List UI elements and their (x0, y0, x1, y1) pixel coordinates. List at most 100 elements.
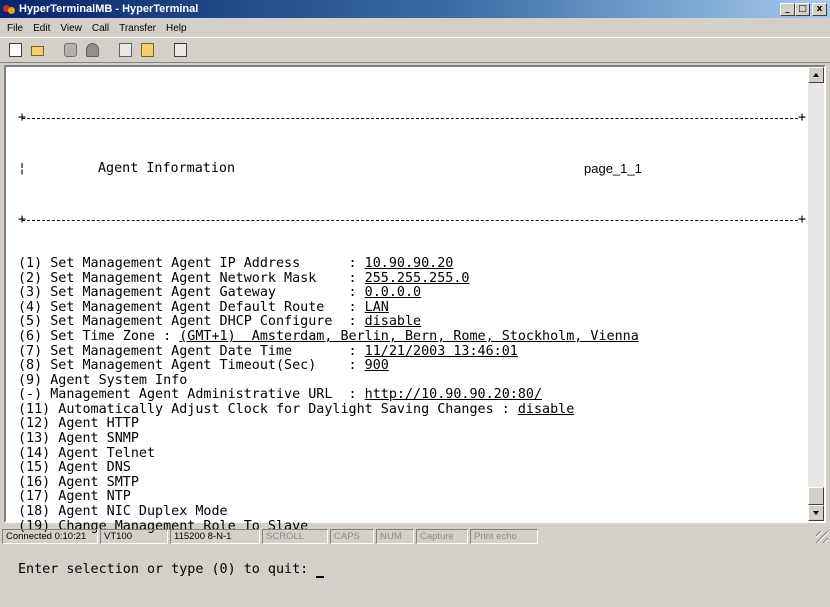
hyperterminal-window: HyperTerminalMB - HyperTerminal _ □ x Fi… (0, 0, 830, 578)
terminal-rule-top: + + (18, 111, 810, 126)
maximize-button[interactable]: □ (795, 2, 810, 16)
window-title: HyperTerminalMB - HyperTerminal (19, 3, 199, 15)
status-capture: Capture (416, 528, 468, 544)
new-connection-button[interactable] (6, 41, 25, 59)
menu-option-number: (18) (18, 504, 51, 520)
menu-option-number: (4) (18, 299, 43, 315)
menu-option-value: LAN (364, 299, 389, 315)
menu-option: (16) Agent SMTP (18, 474, 810, 491)
menu-option-number: (14) (18, 445, 51, 461)
toolbar (0, 37, 830, 63)
open-button[interactable] (28, 41, 47, 59)
properties-icon (174, 43, 187, 57)
menu-option-label: Agent Telnet (50, 445, 156, 461)
disconnect-button[interactable] (83, 41, 102, 59)
terminal-page-indicator: page_1_1 (584, 160, 642, 176)
status-num: NUM (376, 528, 414, 544)
status-emulation: VT100 (100, 528, 168, 544)
menu-option: (1) Set Management Agent IP Address : 10… (18, 255, 810, 272)
hyperterminal-app-icon[interactable] (3, 3, 15, 15)
disconnect-icon (86, 43, 99, 57)
menu-option-label: Automatically Adjust Clock for Daylight … (50, 401, 518, 417)
resize-grip-icon[interactable] (816, 531, 828, 543)
menu-option: (5) Set Management Agent DHCP Configure … (18, 315, 810, 330)
scroll-thumb[interactable] (808, 487, 824, 505)
terminal-header-title: Agent Information (98, 160, 236, 176)
terminal-screen[interactable]: + + ¦ Agent Information page_1_1 + + (1) S… (18, 82, 810, 578)
menu-option-label: Agent SMTP (50, 474, 139, 490)
menu-option: (-) Management Agent Administrative URL … (18, 387, 810, 403)
menu-bar: File Edit View Call Transfer Help (0, 20, 192, 36)
send-icon (119, 43, 132, 57)
menu-option-label: Set Management Agent Gateway : (42, 285, 365, 301)
menu-option: (3) Set Management Agent Gateway : 0.0.0… (18, 285, 810, 301)
minimize-button[interactable]: _ (780, 2, 795, 16)
menu-option-value: 255.255.255.0 (364, 270, 470, 286)
menu-option: (17) Agent NTP (18, 490, 810, 505)
terminal-header: ¦ Agent Information page_1_1 (18, 160, 642, 176)
menu-file[interactable]: File (2, 23, 28, 34)
menu-option-number: (16) (18, 474, 51, 490)
menu-option: (12) Agent HTTP (18, 417, 810, 432)
menu-option-number: (6) (18, 328, 43, 344)
receive-icon (141, 43, 154, 57)
menu-option-label: Agent HTTP (50, 416, 139, 432)
menu-option-value: (GMT+1) Amsterdam, Berlin, Bern, Rome, S… (179, 328, 639, 344)
menu-option-value: 0.0.0.0 (364, 285, 422, 301)
vertical-scrollbar[interactable] (808, 67, 824, 521)
close-button[interactable]: x (812, 2, 827, 16)
properties-button[interactable] (171, 41, 190, 59)
status-scroll: SCROLL (262, 528, 328, 544)
menu-option-number: (-) (18, 387, 43, 403)
menu-option-label: Set Management Agent Default Route : (42, 299, 365, 315)
menu-option-number: (13) (18, 431, 51, 447)
terminal-frame[interactable]: + + ¦ Agent Information page_1_1 + + (1) S… (4, 65, 826, 578)
status-caps: CAPS (330, 528, 374, 544)
menu-option-label: Agent DNS (50, 460, 131, 476)
menu-option-number: (7) (18, 343, 43, 359)
menu-option-number: (1) (18, 255, 43, 271)
menu-edit[interactable]: Edit (28, 23, 55, 34)
menu-transfer[interactable]: Transfer (114, 23, 161, 34)
menu-help[interactable]: Help (161, 23, 192, 34)
menu-option-value: 11/21/2003 13:46:01 (364, 343, 518, 359)
menu-option: (8) Set Management Agent Timeout(Sec) : … (18, 358, 810, 374)
menu-option-label: Set Management Agent Date Time : (42, 343, 365, 359)
menu-option-number: (5) (18, 314, 43, 330)
menu-option-number: (9) (18, 372, 43, 388)
menu-option-value: http://10.90.90.20:80/ (364, 387, 543, 403)
menu-option-label: Management Agent Administrative URL : (42, 387, 365, 403)
status-port-settings: 115200 8-N-1 (170, 528, 260, 544)
menu-option-label: Set Management Agent Timeout(Sec) : (42, 358, 365, 374)
menu-option-label: Agent NIC Duplex Mode (50, 504, 228, 520)
caption-buttons: _ □ x (780, 2, 827, 16)
menu-option: (9) Agent System Info (18, 372, 810, 389)
menu-option: (14) Agent Telnet (18, 445, 810, 462)
scroll-up-arrow-icon[interactable] (808, 67, 824, 83)
menu-view[interactable]: View (55, 23, 87, 34)
menu-option: (15) Agent DNS (18, 460, 810, 476)
call-icon (64, 43, 77, 57)
text-cursor (316, 564, 325, 578)
terminal-prompt-line[interactable]: Enter selection or type (0) to quit: (18, 563, 810, 578)
menu-option-label: Set Time Zone : (42, 328, 180, 344)
status-bar: Connected 0:10:21 VT100 115200 8-N-1 SCR… (0, 527, 830, 545)
menu-option-number: (15) (18, 460, 51, 476)
menu-option-number: (17) (18, 489, 51, 505)
title-bar[interactable]: HyperTerminalMB - HyperTerminal _ □ x (0, 0, 830, 18)
menu-option-number: (8) (18, 358, 43, 374)
menu-option: (13) Agent SNMP (18, 431, 810, 447)
call-button[interactable] (61, 41, 80, 59)
receive-button[interactable] (138, 41, 157, 59)
menu-option-label: Agent NTP (50, 489, 131, 505)
menu-option-label: Agent System Info (42, 372, 188, 388)
menu-call[interactable]: Call (87, 23, 114, 34)
terminal-menu-list: (1) Set Management Agent IP Address : 10… (18, 255, 810, 534)
menu-option: (18) Agent NIC Duplex Mode (18, 504, 810, 520)
scroll-down-arrow-icon[interactable] (808, 505, 824, 521)
status-connected: Connected 0:10:21 (2, 528, 98, 544)
send-button[interactable] (116, 41, 135, 59)
menu-option-label: Agent SNMP (50, 431, 139, 447)
menu-option-value: disable (517, 401, 575, 417)
menu-option-number: (12) (18, 416, 51, 432)
